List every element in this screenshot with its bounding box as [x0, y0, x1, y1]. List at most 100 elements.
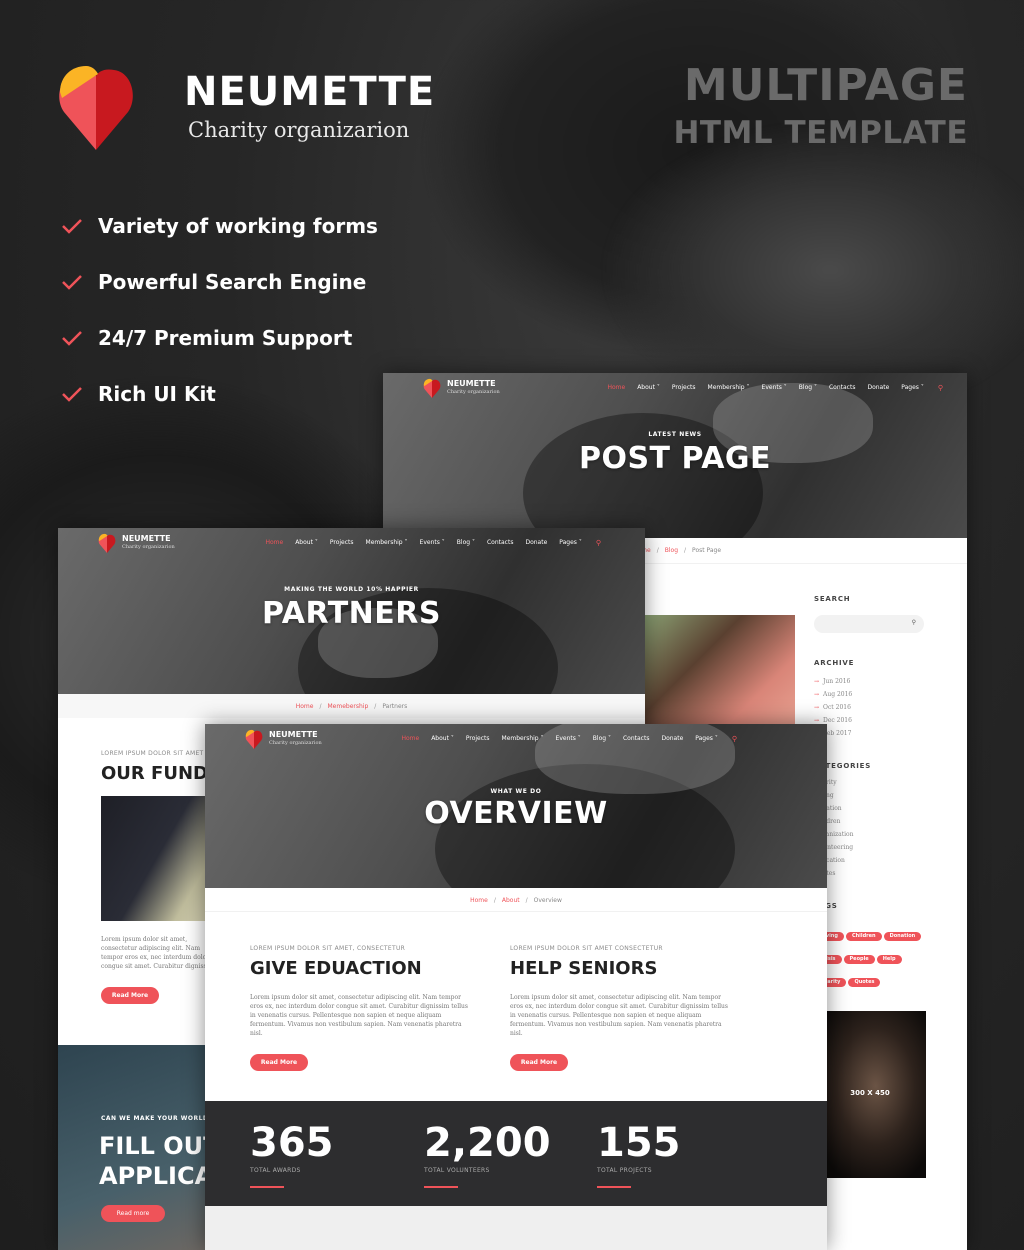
nav-item-events[interactable]: Events ˅: [414, 539, 451, 547]
search-icon[interactable]: ⚲: [930, 384, 943, 392]
nav-item-projects[interactable]: Projects: [666, 384, 702, 392]
nav-item-events[interactable]: Events ˅: [756, 384, 793, 392]
nav-item-events[interactable]: Events ˅: [550, 735, 587, 743]
column-title: HELP SENIORS: [510, 958, 658, 979]
promo-logo: NEUMETTE Charity organizarion: [58, 62, 435, 150]
nav-item-blog[interactable]: Blog ˅: [451, 539, 481, 547]
column-paragraph: Lorem ipsum dolor sit amet, consectetur …: [250, 994, 468, 1037]
nav-item-about[interactable]: About ˅: [425, 735, 460, 743]
breadcrumb-current: Overview: [533, 897, 562, 904]
nav-logo[interactable]: NEUMETTE Charity organizarion: [423, 378, 500, 398]
column-kicker: LOREM IPSUM DOLOR SIT AMET, CONSECTETUR: [250, 945, 406, 952]
search-icon[interactable]: ⚲: [588, 539, 601, 547]
tag-help[interactable]: Help: [876, 955, 902, 964]
hero-kicker: WHAT WE DO: [490, 788, 542, 795]
column-kicker: LOREM IPSUM DOLOR SIT AMET CONSECTETUR: [510, 945, 663, 952]
headline-line2: HTML TEMPLATE: [673, 115, 968, 151]
nav-item-blog[interactable]: Blog ˅: [793, 384, 823, 392]
site-nav: NEUMETTE Charity organizarion Home About …: [205, 724, 827, 754]
tag-donation[interactable]: Donation: [883, 932, 922, 941]
nav-item-donate[interactable]: Donate: [519, 539, 553, 547]
nav-item-membership[interactable]: Membership ˅: [360, 539, 414, 547]
breadcrumb: Home / About / Overview: [205, 888, 827, 912]
breadcrumb-home[interactable]: Home: [470, 897, 488, 904]
category-item[interactable]: Education: [814, 854, 954, 867]
breadcrumb-blog[interactable]: Blog: [665, 547, 678, 554]
nav-menu: Home About ˅ Projects Membership ˅ Event…: [395, 735, 737, 743]
banner-size-label: 300 X 450: [850, 1089, 890, 1097]
nav-menu: Home About ˅ Projects Membership ˅ Event…: [259, 539, 601, 547]
tag-children[interactable]: Children: [845, 932, 882, 941]
nav-item-contacts[interactable]: Contacts: [481, 539, 519, 547]
archive-item[interactable]: → Dec 2016: [814, 714, 954, 727]
nav-item-contacts[interactable]: Contacts: [617, 735, 655, 743]
nav-item-pages[interactable]: Pages ˅: [895, 384, 930, 392]
category-item[interactable]: Charity: [814, 776, 954, 789]
hero-title: PARTNERS: [262, 596, 441, 631]
nav-item-projects[interactable]: Projects: [324, 539, 360, 547]
stat-value: 155: [597, 1120, 681, 1166]
column-paragraph: Lorem ipsum dolor sit amet, consectetur …: [510, 994, 728, 1037]
nav-brand-name: NEUMETTE: [269, 730, 318, 739]
overview-hero: NEUMETTE Charity organizarion Home About …: [205, 724, 827, 888]
nav-logo[interactable]: NEUMETTE Charity organizarion: [98, 533, 175, 553]
feature-text: Powerful Search Engine: [98, 270, 367, 294]
site-nav: NEUMETTE Charity organizarion Home About …: [58, 528, 645, 558]
nav-item-membership[interactable]: Membership ˅: [496, 735, 550, 743]
read-more-button[interactable]: Read More: [101, 987, 159, 1004]
category-item[interactable]: Donation: [814, 802, 954, 815]
breadcrumb-current: Post Page: [692, 547, 722, 554]
stat-underline: [597, 1186, 631, 1188]
read-more-button[interactable]: Read More: [250, 1054, 308, 1071]
breadcrumb-current: Partners: [382, 703, 408, 710]
stat-label: TOTAL PROJECTS: [597, 1167, 652, 1174]
category-item[interactable]: Volunteering: [814, 841, 954, 854]
nav-item-home[interactable]: Home: [259, 539, 289, 547]
tag-people[interactable]: People: [843, 955, 875, 964]
feature-item: Variety of working forms: [60, 198, 378, 254]
archive-item[interactable]: → Aug 2016: [814, 688, 954, 701]
breadcrumb-home[interactable]: Home: [296, 703, 314, 710]
nav-item-donate[interactable]: Donate: [655, 735, 689, 743]
cta-read-more-button[interactable]: Read more: [101, 1205, 165, 1222]
category-item[interactable]: Organization: [814, 828, 954, 841]
tag-quotes[interactable]: Quotes: [848, 978, 881, 987]
read-more-button[interactable]: Read More: [510, 1054, 568, 1071]
nav-brand-tagline: Charity organizarion: [269, 740, 322, 746]
nav-item-pages[interactable]: Pages ˅: [553, 539, 588, 547]
sidebar-search-input[interactable]: ⚲: [814, 615, 924, 633]
stat-underline: [424, 1186, 458, 1188]
archive-item[interactable]: → Oct 2016: [814, 701, 954, 714]
page-footer-area: [205, 1206, 827, 1250]
category-item[interactable]: Quotes: [814, 867, 954, 880]
nav-logo[interactable]: NEUMETTE Charity organizarion: [245, 729, 322, 749]
site-nav: NEUMETTE Charity organizarion Home About …: [383, 373, 967, 403]
archive-item[interactable]: → Jun 2016: [814, 675, 954, 688]
search-icon[interactable]: ⚲: [724, 735, 737, 743]
sidebar-banner[interactable]: 300 X 450: [814, 1011, 926, 1178]
nav-item-about[interactable]: About ˅: [289, 539, 324, 547]
nav-item-home[interactable]: Home: [601, 384, 631, 392]
post-image: [635, 615, 795, 725]
nav-item-pages[interactable]: Pages ˅: [689, 735, 724, 743]
nav-item-blog[interactable]: Blog ˅: [587, 735, 617, 743]
heart-logo-icon: [59, 66, 133, 150]
stat-value: 365: [250, 1120, 334, 1166]
breadcrumb-membership[interactable]: Memebership: [328, 703, 369, 710]
nav-item-donate[interactable]: Donate: [861, 384, 895, 392]
nav-item-about[interactable]: About ˅: [631, 384, 666, 392]
nav-item-membership[interactable]: Membership ˅: [702, 384, 756, 392]
hero-title: POST PAGE: [578, 441, 772, 476]
nav-item-contacts[interactable]: Contacts: [823, 384, 861, 392]
nav-brand-tagline: Charity organizarion: [447, 389, 500, 395]
sidebar-categories-heading: CATEGORIES: [814, 762, 872, 770]
nav-item-projects[interactable]: Projects: [460, 735, 496, 743]
stat-projects: 155 TOTAL PROJECTS: [597, 1123, 681, 1188]
nav-item-home[interactable]: Home: [395, 735, 425, 743]
category-item[interactable]: Giving: [814, 789, 954, 802]
sidebar-search-heading: SEARCH: [814, 595, 851, 603]
category-item[interactable]: Children: [814, 815, 954, 828]
breadcrumb-about[interactable]: About: [502, 897, 520, 904]
archive-item[interactable]: →Feb 2017: [814, 727, 954, 740]
post-sidebar: SEARCH ⚲ ARCHIVE → Jun 2016 → Aug 2016 → Oc…: [814, 595, 954, 1178]
